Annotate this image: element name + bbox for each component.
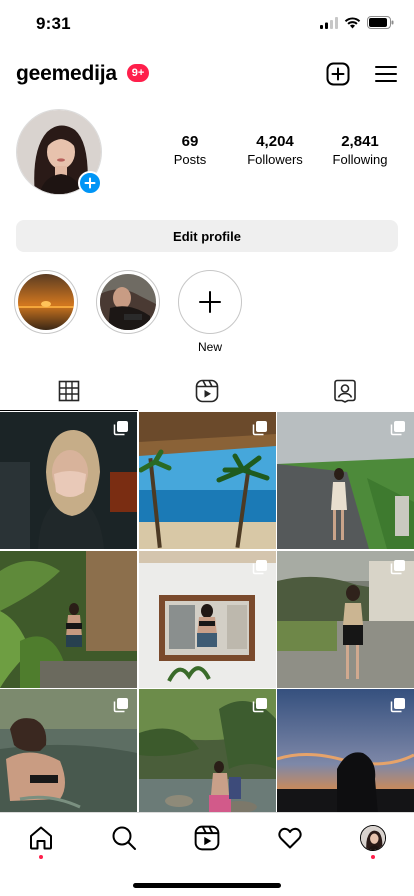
reels-icon <box>194 825 220 851</box>
profile-avatar-container[interactable] <box>16 109 102 195</box>
nav-home[interactable] <box>0 813 83 868</box>
battery-icon <box>367 16 394 29</box>
bottom-navigation <box>0 812 414 868</box>
story-highlight[interactable] <box>14 270 78 340</box>
plus-square-icon <box>326 62 350 86</box>
carousel-icon <box>113 698 128 713</box>
post-thumbnail[interactable] <box>277 412 414 549</box>
plus-icon <box>84 177 96 189</box>
status-icons <box>320 16 394 29</box>
nav-profile[interactable] <box>331 813 414 868</box>
status-time: 9:31 <box>36 14 71 33</box>
story-highlight[interactable] <box>96 270 160 340</box>
carousel-icon <box>390 559 405 574</box>
home-icon <box>30 826 53 850</box>
username[interactable]: geemedija <box>16 62 117 86</box>
nav-activity[interactable] <box>248 813 331 868</box>
carousel-icon <box>390 421 405 436</box>
tagged-icon <box>334 379 356 403</box>
stat-posts[interactable]: 69 Posts <box>150 133 230 167</box>
stat-label: Posts <box>173 152 207 167</box>
tab-reels[interactable] <box>138 372 276 410</box>
notification-badge[interactable]: 9+ <box>127 64 149 82</box>
highlight-ring <box>14 270 78 334</box>
post-thumbnail[interactable] <box>277 550 414 688</box>
plus-icon <box>199 291 221 313</box>
post-thumbnail[interactable] <box>138 689 276 826</box>
carousel-icon <box>390 698 405 713</box>
highlight-ring <box>178 270 242 334</box>
profile-header: geemedija 9+ <box>0 56 414 92</box>
stat-followers[interactable]: 4,204 Followers <box>235 133 315 167</box>
search-icon <box>112 826 137 850</box>
carousel-icon <box>252 559 267 574</box>
tab-grid[interactable] <box>0 372 138 410</box>
signal-icon <box>320 16 338 29</box>
post-thumbnail[interactable] <box>0 412 137 549</box>
post-thumbnail[interactable] <box>138 412 276 549</box>
menu-button[interactable] <box>372 60 400 88</box>
carousel-icon <box>252 698 267 713</box>
create-post-button[interactable] <box>324 60 352 88</box>
notification-dot <box>39 855 44 859</box>
stat-following[interactable]: 2,841 Following <box>320 133 400 167</box>
stat-label: Followers <box>247 152 303 167</box>
notification-dot <box>370 855 375 859</box>
hamburger-menu-icon <box>375 66 397 82</box>
grid-icon <box>58 380 80 402</box>
wifi-icon <box>344 16 361 28</box>
edit-profile-button[interactable]: Edit profile <box>16 220 398 252</box>
home-indicator <box>133 883 281 888</box>
profile-avatar-small <box>359 825 386 851</box>
post-thumbnail[interactable] <box>277 689 414 826</box>
carousel-icon <box>252 421 267 436</box>
stat-value: 69 <box>181 133 199 150</box>
posts-grid <box>0 412 414 826</box>
post-thumbnail[interactable] <box>0 550 137 688</box>
tab-tagged[interactable] <box>276 372 414 410</box>
profile-stats: 69 Posts 4,204 Followers 2,841 Following <box>150 133 400 167</box>
carousel-icon <box>113 421 128 436</box>
profile-tabs <box>0 372 414 411</box>
stat-label: Following <box>332 152 388 167</box>
new-highlight-button[interactable]: New <box>178 270 242 354</box>
highlight-label: New <box>197 340 222 354</box>
add-story-button[interactable] <box>78 171 102 195</box>
post-thumbnail[interactable] <box>0 689 137 826</box>
post-thumbnail[interactable] <box>138 550 276 688</box>
stat-value: 4,204 <box>256 133 294 150</box>
nav-reels[interactable] <box>166 813 249 868</box>
heart-icon <box>278 827 302 849</box>
active-tab-indicator <box>0 410 138 411</box>
status-bar: 9:31 <box>0 0 414 48</box>
highlight-ring <box>96 270 160 334</box>
stat-value: 2,841 <box>341 133 379 150</box>
reels-icon <box>195 379 219 403</box>
highlight-image-sunset <box>18 274 74 330</box>
nav-search[interactable] <box>83 813 166 868</box>
highlight-image-selfie <box>100 274 156 330</box>
